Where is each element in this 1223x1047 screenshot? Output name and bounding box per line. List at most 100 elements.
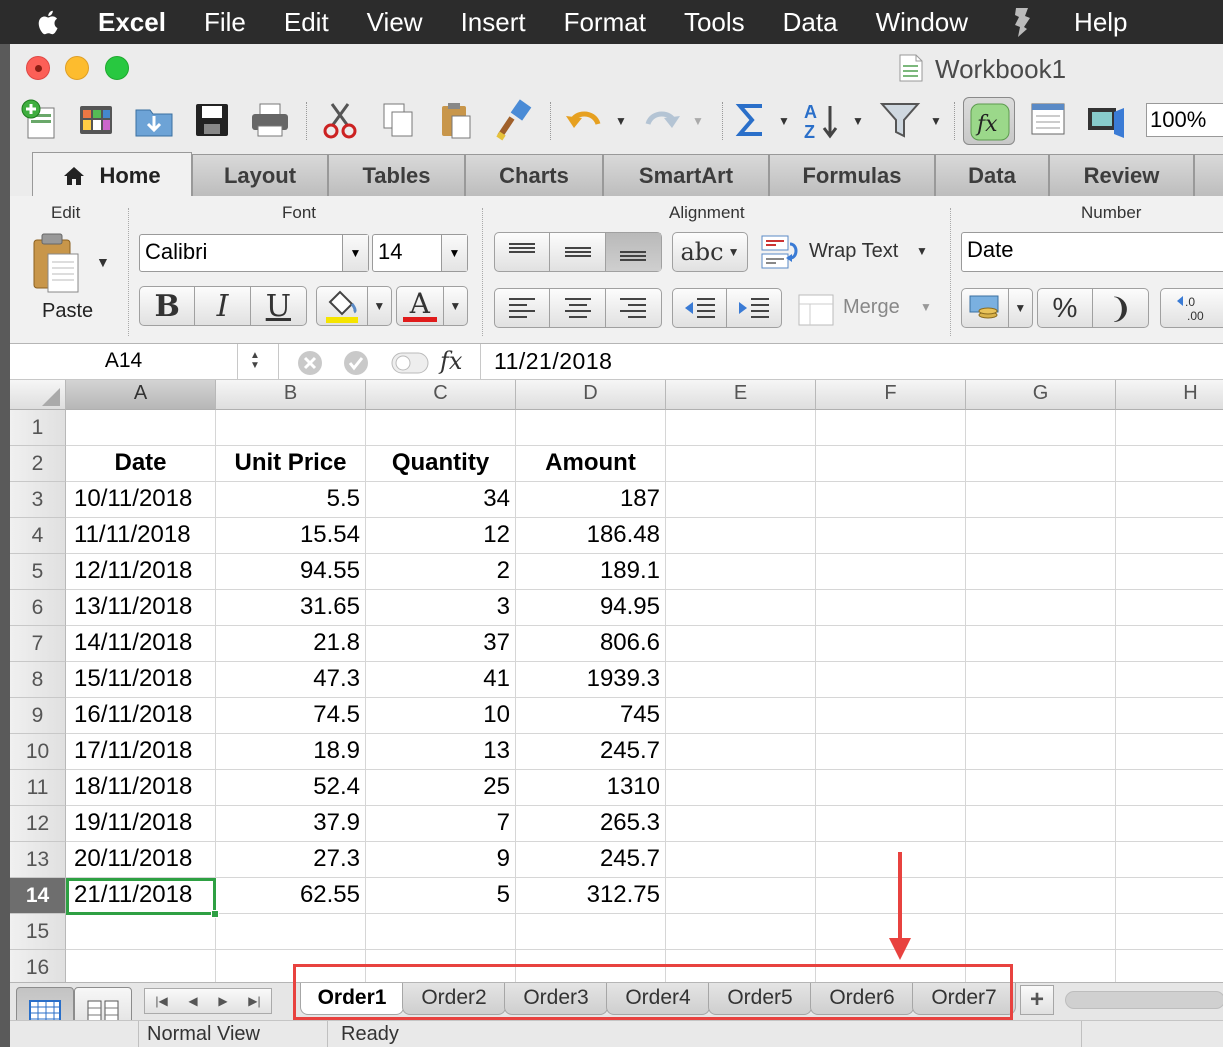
cell-b4[interactable]: 15.54: [216, 518, 366, 554]
close-window-button[interactable]: [26, 56, 50, 80]
autosum-dropdown-icon[interactable]: ▼: [778, 114, 790, 128]
font-name-select[interactable]: Calibri ▼: [139, 234, 369, 272]
name-box[interactable]: A14: [10, 344, 238, 379]
confirm-entry-icon[interactable]: [343, 350, 369, 376]
cell-c4[interactable]: 12: [366, 518, 516, 554]
fill-color-button[interactable]: ▼: [316, 286, 392, 326]
cell-a2[interactable]: Date: [66, 446, 216, 482]
cell-b8[interactable]: 47.3: [216, 662, 366, 698]
percent-style-button[interactable]: %: [1038, 289, 1094, 327]
horizontal-scrollbar[interactable]: [1065, 991, 1223, 1009]
accounting-format-button[interactable]: ▼: [961, 288, 1033, 328]
row-header-4[interactable]: 4: [10, 518, 66, 554]
menu-app-excel[interactable]: Excel: [98, 7, 166, 38]
row-header-8[interactable]: 8: [10, 662, 66, 698]
cell-a4[interactable]: 11/11/2018: [66, 518, 216, 554]
cell-h15[interactable]: [1116, 914, 1223, 950]
tab-home[interactable]: Home: [32, 152, 192, 198]
chevron-down-icon[interactable]: ▼: [728, 245, 740, 259]
column-header-f[interactable]: F: [816, 380, 966, 410]
merge-icon[interactable]: [798, 294, 834, 326]
cell-b12[interactable]: 37.9: [216, 806, 366, 842]
menu-insert[interactable]: Insert: [461, 7, 526, 38]
font-color-button[interactable]: A ▼: [396, 286, 468, 326]
cell-h5[interactable]: [1116, 554, 1223, 590]
row-header-5[interactable]: 5: [10, 554, 66, 590]
cell-h9[interactable]: [1116, 698, 1223, 734]
cell-c15[interactable]: [366, 914, 516, 950]
formula-input[interactable]: 11/21/2018: [494, 348, 612, 375]
underline-button[interactable]: U: [251, 287, 306, 325]
tab-more[interactable]: [1194, 154, 1223, 196]
undo-icon[interactable]: [562, 98, 606, 142]
media-browser-icon[interactable]: [1084, 98, 1128, 142]
cell-e10[interactable]: [666, 734, 816, 770]
cell-c14[interactable]: 5: [366, 878, 516, 914]
tab-review[interactable]: Review: [1049, 154, 1194, 196]
cell-a13[interactable]: 20/11/2018: [66, 842, 216, 878]
align-middle-icon[interactable]: [550, 233, 606, 271]
chevron-down-icon[interactable]: ▼: [342, 235, 368, 271]
filter-dropdown-icon[interactable]: ▼: [930, 114, 942, 128]
cell-g8[interactable]: [966, 662, 1116, 698]
cell-d6[interactable]: 94.95: [516, 590, 666, 626]
cell-h4[interactable]: [1116, 518, 1223, 554]
cell-e15[interactable]: [666, 914, 816, 950]
cell-g11[interactable]: [966, 770, 1116, 806]
cell-f12[interactable]: [816, 806, 966, 842]
menu-view[interactable]: View: [367, 7, 423, 38]
row-header-11[interactable]: 11: [10, 770, 66, 806]
select-all-corner[interactable]: [10, 380, 66, 410]
sort-dropdown-icon[interactable]: ▼: [852, 114, 864, 128]
column-header-h[interactable]: H: [1116, 380, 1223, 410]
filter-icon[interactable]: [878, 98, 922, 142]
cell-e3[interactable]: [666, 482, 816, 518]
cell-b6[interactable]: 31.65: [216, 590, 366, 626]
redo-icon[interactable]: [640, 98, 684, 142]
templates-gallery-icon[interactable]: [74, 98, 118, 142]
align-right-icon[interactable]: [606, 289, 661, 327]
decrease-indent-icon[interactable]: [673, 289, 728, 327]
cell-d14[interactable]: 312.75: [516, 878, 666, 914]
cell-a12[interactable]: 19/11/2018: [66, 806, 216, 842]
align-top-icon[interactable]: [495, 233, 551, 271]
cell-e6[interactable]: [666, 590, 816, 626]
cell-b13[interactable]: 27.3: [216, 842, 366, 878]
apple-logo-icon[interactable]: [34, 7, 64, 37]
cell-g2[interactable]: [966, 446, 1116, 482]
menu-help[interactable]: Help: [1074, 7, 1127, 38]
cell-c9[interactable]: 10: [366, 698, 516, 734]
cell-g6[interactable]: [966, 590, 1116, 626]
zoom-window-button[interactable]: [105, 56, 129, 80]
cell-e7[interactable]: [666, 626, 816, 662]
cell-c11[interactable]: 25: [366, 770, 516, 806]
cell-h8[interactable]: [1116, 662, 1223, 698]
cell-g13[interactable]: [966, 842, 1116, 878]
cell-b9[interactable]: 74.5: [216, 698, 366, 734]
cell-e14[interactable]: [666, 878, 816, 914]
script-menu-icon[interactable]: [1006, 6, 1036, 38]
increase-indent-icon[interactable]: [727, 289, 781, 327]
paste-dropdown-icon[interactable]: ▼: [96, 254, 110, 270]
column-header-b[interactable]: B: [216, 380, 366, 410]
menu-file[interactable]: File: [204, 7, 246, 38]
cell-f1[interactable]: [816, 410, 966, 446]
column-header-d[interactable]: D: [516, 380, 666, 410]
cancel-entry-icon[interactable]: [297, 350, 323, 376]
orientation-button[interactable]: abc ▼: [672, 232, 748, 272]
name-box-stepper-icon[interactable]: ▲ ▼: [248, 351, 262, 373]
cell-e2[interactable]: [666, 446, 816, 482]
cut-icon[interactable]: [318, 98, 362, 142]
menu-format[interactable]: Format: [564, 7, 646, 38]
cell-h16[interactable]: [1116, 950, 1223, 982]
cell-d15[interactable]: [516, 914, 666, 950]
redo-dropdown-icon[interactable]: ▼: [692, 114, 704, 128]
row-header-14[interactable]: 14: [10, 878, 66, 914]
cell-h1[interactable]: [1116, 410, 1223, 446]
cell-b10[interactable]: 18.9: [216, 734, 366, 770]
column-header-g[interactable]: G: [966, 380, 1116, 410]
cell-c12[interactable]: 7: [366, 806, 516, 842]
align-left-icon[interactable]: [495, 289, 551, 327]
cell-g7[interactable]: [966, 626, 1116, 662]
row-header-3[interactable]: 3: [10, 482, 66, 518]
